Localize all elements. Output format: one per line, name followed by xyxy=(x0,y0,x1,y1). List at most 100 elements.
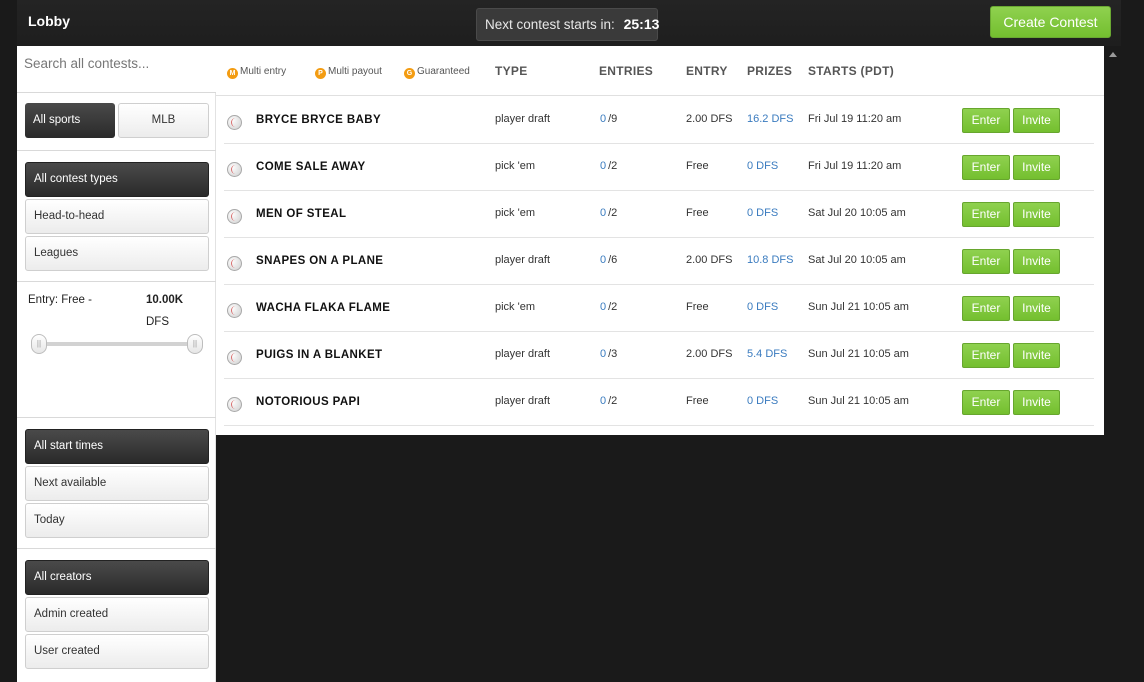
contest-prizes[interactable]: 0 DFS xyxy=(747,207,778,219)
scroll-up-arrow-icon[interactable] xyxy=(1109,52,1117,57)
baseball-icon xyxy=(227,115,242,130)
enter-button[interactable]: Enter xyxy=(962,108,1010,133)
table-row[interactable]: MEN OF STEAL pick 'em 0/2 Free 0 DFS Sat Jul … xyxy=(224,191,1094,238)
filter-today[interactable]: Today xyxy=(25,503,209,538)
contest-prizes[interactable]: 16.2 DFS xyxy=(747,113,793,125)
filter-all-creators[interactable]: All creators xyxy=(25,560,209,595)
contest-name[interactable]: BRYCE BRYCE BABY xyxy=(256,114,381,126)
filter-user-created[interactable]: User created xyxy=(25,634,209,669)
enter-button[interactable]: Enter xyxy=(962,390,1010,415)
invite-button[interactable]: Invite xyxy=(1013,202,1060,227)
entries-count[interactable]: 0 xyxy=(600,207,606,219)
filter-next-available[interactable]: Next available xyxy=(25,466,209,501)
enter-button[interactable]: Enter xyxy=(962,249,1010,274)
entries-max: /2 xyxy=(608,395,618,407)
enter-button[interactable]: Enter xyxy=(962,296,1010,321)
contest-name[interactable]: NOTORIOUS PAPI xyxy=(256,396,360,408)
entry-range-label: Entry: Free - xyxy=(28,294,92,306)
next-contest-countdown: Next contest starts in: 25:13 xyxy=(476,8,660,41)
table-row[interactable]: WACHA FLAKA FLAME pick 'em 0/2 Free 0 DFS Sun… xyxy=(224,285,1094,332)
filter-all-sports[interactable]: All sports xyxy=(25,103,115,138)
contest-name[interactable]: MEN OF STEAL xyxy=(256,208,346,220)
filter-admin-created[interactable]: Admin created xyxy=(25,597,209,632)
legend-multi-entry: M Multi entry xyxy=(227,66,286,79)
entries-count[interactable]: 0 xyxy=(600,160,606,172)
create-contest-button[interactable]: Create Contest xyxy=(990,6,1111,38)
contest-entries: 0/2 xyxy=(600,207,617,219)
filter-mlb[interactable]: MLB xyxy=(118,103,209,138)
divider xyxy=(17,281,216,282)
contest-entry-fee: 2.00 DFS xyxy=(686,254,733,266)
filter-leagues[interactable]: Leagues xyxy=(25,236,209,271)
contest-type: player draft xyxy=(495,113,551,125)
contest-start-time: Sat Jul 20 10:05 am xyxy=(808,207,906,219)
slider-max-handle[interactable]: || xyxy=(187,334,203,354)
guaranteed-badge-icon: G xyxy=(404,68,415,79)
table-row[interactable]: SNAPES ON A PLANE player draft 0/6 2.00 DFS… xyxy=(224,238,1094,285)
column-header-starts[interactable]: STARTS (PDT) xyxy=(808,64,894,78)
contest-prizes[interactable]: 0 DFS xyxy=(747,301,778,313)
entries-count[interactable]: 0 xyxy=(600,395,606,407)
invite-button[interactable]: Invite xyxy=(1013,108,1060,133)
invite-button[interactable]: Invite xyxy=(1013,343,1060,368)
column-header-entry[interactable]: ENTRY xyxy=(686,64,728,78)
baseball-icon xyxy=(227,303,242,318)
baseball-icon xyxy=(227,397,242,412)
entries-count[interactable]: 0 xyxy=(600,113,606,125)
invite-button[interactable]: Invite xyxy=(1013,155,1060,180)
column-header-entries[interactable]: ENTRIES xyxy=(599,64,653,78)
contest-prizes[interactable]: 10.8 DFS xyxy=(747,254,793,266)
contest-prizes[interactable]: 0 DFS xyxy=(747,395,778,407)
baseball-icon xyxy=(227,209,242,224)
enter-button[interactable]: Enter xyxy=(962,155,1010,180)
contest-entries: 0/3 xyxy=(600,348,617,360)
enter-button[interactable]: Enter xyxy=(962,343,1010,368)
contest-type: pick 'em xyxy=(495,160,535,172)
table-row[interactable]: COME SALE AWAY pick 'em 0/2 Free 0 DFS Fri Ju… xyxy=(224,144,1094,191)
contest-type: player draft xyxy=(495,348,551,360)
contest-name[interactable]: SNAPES ON A PLANE xyxy=(256,255,383,267)
contest-start-time: Sun Jul 21 10:05 am xyxy=(808,301,909,313)
entries-count[interactable]: 0 xyxy=(600,301,606,313)
contest-start-time: Sun Jul 21 10:05 am xyxy=(808,395,909,407)
table-row[interactable]: BRYCE BRYCE BABY player draft 0/9 2.00 DFS 1… xyxy=(224,97,1094,144)
entries-max: /2 xyxy=(608,160,618,172)
contest-entries: 0/6 xyxy=(600,254,617,266)
contest-entry-fee: 2.00 DFS xyxy=(686,348,733,360)
contest-name[interactable]: PUIGS IN A BLANKET xyxy=(256,349,382,361)
countdown-time: 25:13 xyxy=(623,16,660,32)
invite-button[interactable]: Invite xyxy=(1013,249,1060,274)
invite-button[interactable]: Invite xyxy=(1013,296,1060,321)
search-input[interactable] xyxy=(17,46,216,92)
contest-prizes[interactable]: 5.4 DFS xyxy=(747,348,787,360)
countdown-label: Next contest starts in: xyxy=(485,17,615,32)
entries-count[interactable]: 0 xyxy=(600,348,606,360)
entries-count[interactable]: 0 xyxy=(600,254,606,266)
column-header-prizes[interactable]: PRIZES xyxy=(747,64,792,78)
legend-label: Guaranteed xyxy=(417,66,470,77)
column-header-type[interactable]: TYPE xyxy=(495,64,528,78)
multi-entry-badge-icon: M xyxy=(227,68,238,79)
contest-start-time: Fri Jul 19 11:20 am xyxy=(808,160,902,172)
contest-name[interactable]: COME SALE AWAY xyxy=(256,161,366,173)
contest-prizes[interactable]: 0 DFS xyxy=(747,160,778,172)
baseball-icon xyxy=(227,350,242,365)
table-row[interactable]: PUIGS IN A BLANKET player draft 0/3 2.00 DF… xyxy=(224,332,1094,379)
filter-head-to-head[interactable]: Head-to-head xyxy=(25,199,209,234)
enter-button[interactable]: Enter xyxy=(962,202,1010,227)
slider-min-handle[interactable]: || xyxy=(31,334,47,354)
contest-entry-fee: 2.00 DFS xyxy=(686,113,733,125)
divider xyxy=(17,417,216,418)
table-row[interactable]: NOTORIOUS PAPI player draft 0/2 Free 0 DFS Su… xyxy=(224,379,1094,426)
legend-label: Multi payout xyxy=(328,66,382,77)
legend-multi-payout: P Multi payout xyxy=(315,66,382,79)
table-header: M Multi entry P Multi payout G Guaranteed T… xyxy=(216,46,1104,96)
filter-all-contest-types[interactable]: All contest types xyxy=(25,162,209,197)
filter-all-start-times[interactable]: All start times xyxy=(25,429,209,464)
contest-name[interactable]: WACHA FLAKA FLAME xyxy=(256,302,390,314)
invite-button[interactable]: Invite xyxy=(1013,390,1060,415)
entry-range-unit: DFS xyxy=(146,316,169,328)
entry-range-slider[interactable] xyxy=(37,342,196,346)
legend-label: Multi entry xyxy=(240,66,287,77)
contest-entry-fee: Free xyxy=(686,395,709,407)
